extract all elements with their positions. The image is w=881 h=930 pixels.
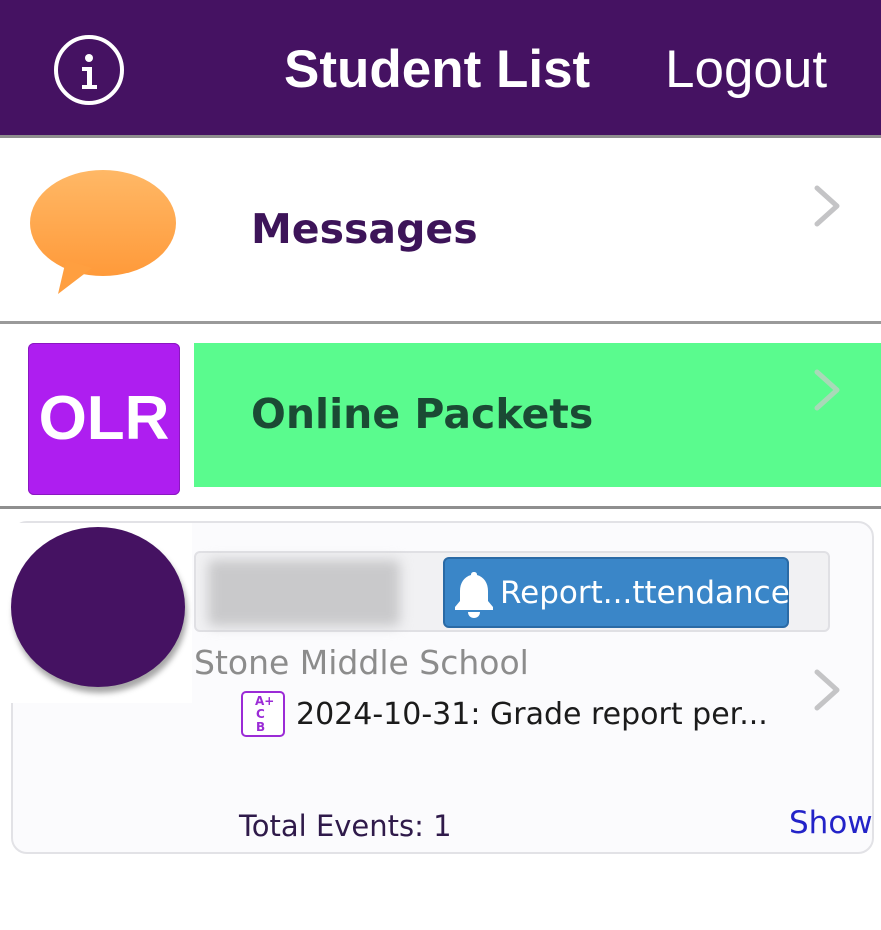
row-divider bbox=[0, 506, 881, 509]
event-item[interactable]: 2024-10-31: Grade report per... bbox=[296, 693, 768, 737]
speech-bubble-icon bbox=[30, 170, 176, 294]
report-attendance-button[interactable]: Report...ttendance bbox=[443, 557, 790, 628]
info-icon[interactable] bbox=[54, 35, 124, 105]
total-events: Total Events: 1 bbox=[239, 809, 452, 843]
show-link[interactable]: Show bbox=[789, 801, 873, 845]
chevron-right-icon bbox=[814, 369, 840, 411]
online-packets-label: Online Packets bbox=[251, 390, 594, 438]
report-attendance-label: Report...ttendance bbox=[500, 575, 790, 611]
page-title: Student List bbox=[284, 40, 591, 99]
student-name-redacted bbox=[208, 560, 400, 626]
grade-report-icon: A+ C B bbox=[241, 691, 285, 737]
avatar[interactable] bbox=[11, 527, 185, 687]
school-name: Stone Middle School bbox=[194, 643, 529, 682]
chevron-right-icon bbox=[814, 185, 840, 227]
olr-badge-icon[interactable]: OLR bbox=[28, 343, 180, 495]
chevron-right-icon bbox=[814, 669, 840, 711]
row-divider bbox=[0, 321, 881, 324]
messages-label: Messages bbox=[251, 205, 478, 253]
logout-button[interactable]: Logout bbox=[665, 38, 827, 102]
bell-icon bbox=[455, 572, 493, 618]
